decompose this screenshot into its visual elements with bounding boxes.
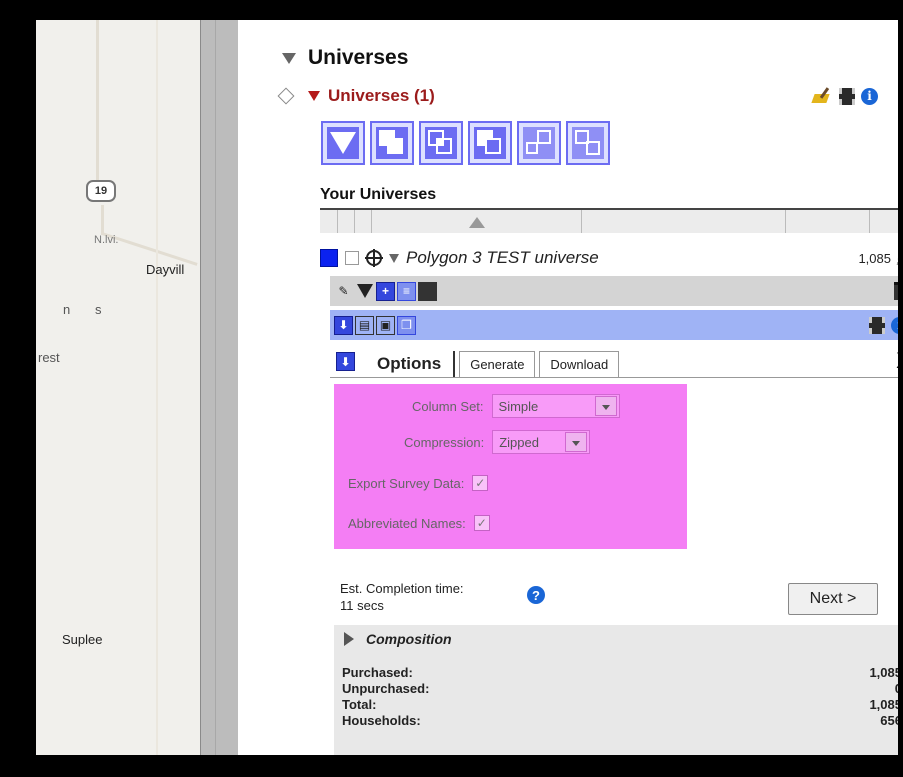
export-survey-label: Export Survey Data: <box>348 475 465 491</box>
stat-row: Unpurchased: 0 <box>342 681 898 697</box>
chevron-down-icon[interactable] <box>565 432 588 452</box>
column-set-value: Simple <box>498 398 539 414</box>
split-tool-button[interactable] <box>566 121 610 165</box>
universes-column-header[interactable] <box>320 208 898 233</box>
universes-count-title[interactable]: Universes (1) <box>328 86 435 106</box>
compression-select[interactable]: Zipped <box>492 430 591 454</box>
route-number: 19 <box>94 185 108 197</box>
map-label-n: n <box>63 302 71 317</box>
universes-header[interactable]: Universes <box>282 46 408 70</box>
chevron-down-icon[interactable] <box>594 396 617 416</box>
film-icon[interactable] <box>839 87 855 105</box>
tab-download[interactable]: Download <box>539 351 620 377</box>
map-label-dayville: Dayvill <box>146 262 185 277</box>
map-label-suplee: Suplee <box>62 632 103 647</box>
expand-triangle-icon[interactable] <box>308 91 320 101</box>
stat-label: Total: <box>342 697 377 712</box>
stat-label: Households: <box>342 713 421 728</box>
universe-count: 1,085 <box>858 250 891 266</box>
map-label-rest: rest <box>38 350 60 365</box>
universes-panel: Universes Universes (1) i Your Universes <box>238 20 898 755</box>
info-icon[interactable]: i <box>861 87 878 105</box>
tab-options[interactable]: Options <box>367 351 456 377</box>
composition-section: Composition Purchased: 1,085 Unpurchased:… <box>334 625 898 755</box>
copy-icon[interactable]: ❐ <box>397 315 416 335</box>
abbrev-row: Abbreviated Names: ✓ <box>348 515 490 531</box>
help-icon[interactable]: ? <box>527 586 545 604</box>
panel-splitter[interactable] <box>200 20 238 755</box>
next-button[interactable]: Next > <box>788 583 878 615</box>
map-label-s: s <box>95 302 102 317</box>
diamond-icon[interactable] <box>277 87 295 105</box>
collapse-triangle-icon[interactable] <box>282 52 296 64</box>
add-filter-icon[interactable]: + <box>376 281 395 301</box>
stat-value: 1,085 <box>869 697 898 712</box>
options-form: Column Set: Simple Compression: Zipped E… <box>334 384 687 549</box>
stat-value: 0 <box>895 681 898 697</box>
broom-icon[interactable] <box>811 87 833 105</box>
filter-icon[interactable] <box>355 282 374 301</box>
compression-label: Compression: <box>404 434 485 450</box>
film-icon[interactable] <box>869 316 885 334</box>
close-icon[interactable]: X <box>896 348 898 374</box>
universe-action-bar: ✎ + ≡ <box>330 276 898 306</box>
stat-label: Unpurchased: <box>342 681 430 696</box>
filter-tool-button[interactable] <box>321 121 365 165</box>
abbrev-checkbox[interactable]: ✓ <box>473 515 490 531</box>
universe-export-bar: ⬇ ▤ ▣ ❐ i <box>330 310 898 340</box>
stat-value: 1,085 <box>869 665 898 680</box>
trash-icon[interactable] <box>894 282 898 300</box>
list-icon[interactable]: ≡ <box>397 281 416 301</box>
composition-title: Composition <box>366 631 452 647</box>
color-swatch[interactable] <box>320 249 338 267</box>
composition-stats: Purchased: 1,085 Unpurchased: 0 Total: 1,08… <box>342 665 898 729</box>
expand-tool-button[interactable] <box>517 121 561 165</box>
union-tool-button[interactable] <box>370 121 414 165</box>
column-set-select[interactable]: Simple <box>491 394 620 418</box>
column-set-label: Column Set: <box>412 398 484 414</box>
map-view[interactable]: 19 N.lvi. Dayvill n s rest Suplee <box>36 20 200 755</box>
info-icon[interactable]: i <box>891 316 898 334</box>
sort-up-icon[interactable] <box>468 217 485 228</box>
route-19-shield: 19 <box>86 180 116 202</box>
zoom-target-icon[interactable] <box>365 249 383 267</box>
stat-row: Total: 1,085 <box>342 697 898 713</box>
est-label: Est. Completion time: <box>340 581 464 596</box>
est-value: 11 secs <box>340 598 384 613</box>
compression-row: Compression: Zipped <box>404 430 591 454</box>
expand-triangle-icon[interactable] <box>389 253 399 263</box>
composition-header[interactable]: Composition <box>334 625 898 653</box>
panel-title: Universes <box>308 46 409 69</box>
est-completion: Est. Completion time: 11 secs <box>340 580 464 614</box>
column-set-row: Column Set: Simple <box>412 394 620 418</box>
stat-label: Purchased: <box>342 665 413 680</box>
select-checkbox[interactable] <box>345 251 359 265</box>
table-icon[interactable]: ▤ <box>355 315 374 335</box>
stat-row: Purchased: 1,085 <box>342 665 898 681</box>
tab-generate[interactable]: Generate <box>459 351 536 377</box>
app-frame: 19 N.lvi. Dayvill n s rest Suplee Univer… <box>36 20 898 755</box>
export-survey-checkbox[interactable]: ✓ <box>472 475 489 491</box>
compression-value: Zipped <box>499 434 539 450</box>
universe-name[interactable]: Polygon 3 TEST universe <box>406 248 599 268</box>
pencil-icon[interactable]: ✎ <box>334 282 353 301</box>
stat-value: 656 <box>880 713 898 728</box>
cart-icon[interactable] <box>896 251 898 265</box>
person-list-icon[interactable]: ▣ <box>376 315 395 335</box>
expand-triangle-icon[interactable] <box>344 632 354 646</box>
download-icon[interactable]: ⬇ <box>336 352 355 371</box>
export-tabs: ⬇ Options Generate Download X <box>330 348 898 378</box>
export-survey-row: Export Survey Data: ✓ <box>348 475 489 491</box>
universe-tools <box>321 121 610 165</box>
person-icon[interactable] <box>418 281 437 301</box>
stat-row: Households: 656 <box>342 713 898 729</box>
download-icon[interactable]: ⬇ <box>334 315 353 335</box>
intersect-tool-button[interactable] <box>419 121 463 165</box>
universes-subheader: Universes (1) i <box>276 86 878 106</box>
map-label-small: N.lvi. <box>94 234 119 246</box>
universe-row[interactable]: Polygon 3 TEST universe 1,085 <box>320 246 898 270</box>
abbrev-label: Abbreviated Names: <box>348 515 466 531</box>
subtract-tool-button[interactable] <box>468 121 512 165</box>
your-universes-heading: Your Universes <box>320 186 437 203</box>
